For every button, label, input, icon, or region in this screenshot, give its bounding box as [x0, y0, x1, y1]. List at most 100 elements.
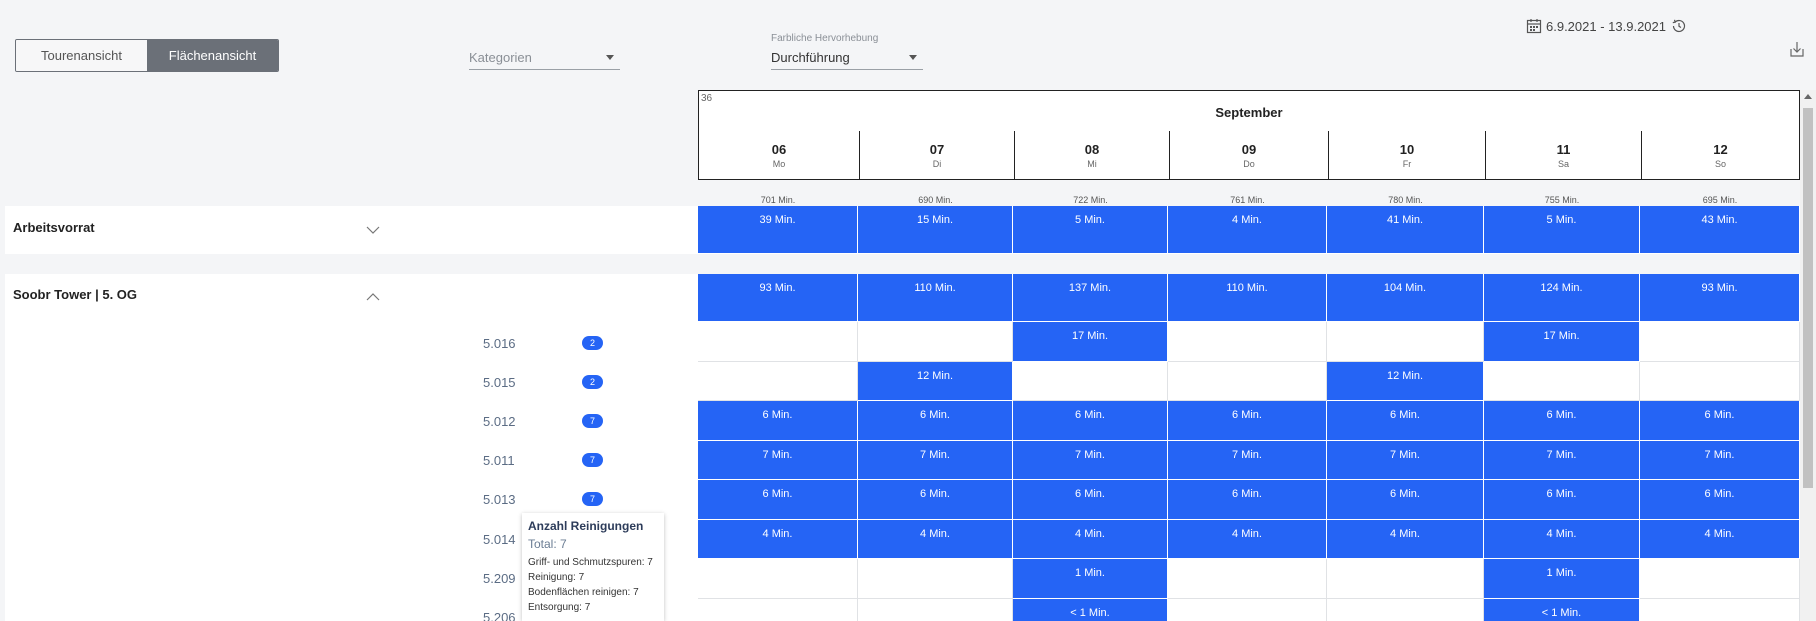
room-cell[interactable]: 6 Min. [858, 401, 1013, 441]
room-cell[interactable]: 7 Min. [1327, 440, 1484, 480]
group-arbeitsvorrat-cell[interactable]: 5 Min. [1013, 206, 1168, 254]
download-icon[interactable] [1789, 40, 1805, 58]
day-total: 701 Min. [760, 195, 796, 205]
calendar-icon[interactable] [1526, 18, 1542, 34]
group-soobr-tower-cell[interactable]: 110 Min. [1168, 274, 1327, 322]
room-cell[interactable] [1327, 559, 1484, 599]
room-cell[interactable]: 1 Min. [1484, 559, 1640, 599]
group-soobr-tower-cell[interactable]: 93 Min. [1640, 274, 1800, 322]
room-cell[interactable]: 7 Min. [1168, 440, 1327, 480]
room-cell[interactable]: 6 Min. [1168, 480, 1327, 520]
cell-duration: 4 Min. [1704, 527, 1735, 540]
scroll-up-icon[interactable] [1804, 94, 1812, 99]
room-cell[interactable]: 4 Min. [1013, 519, 1168, 559]
room-cell[interactable] [1168, 598, 1327, 621]
group-soobr-tower-cell[interactable]: 137 Min. [1013, 274, 1168, 322]
chevron-up-icon[interactable] [366, 290, 380, 304]
week-number: 36 [701, 93, 713, 104]
room-cell[interactable] [1013, 361, 1168, 401]
room-cell[interactable] [858, 598, 1013, 621]
room-cell[interactable]: 4 Min. [858, 519, 1013, 559]
chevron-down-icon [606, 55, 614, 60]
group-soobr-tower-cell[interactable]: 104 Min. [1327, 274, 1484, 322]
room-cell[interactable]: 4 Min. [1168, 519, 1327, 559]
room-cell[interactable] [1640, 361, 1800, 401]
room-cell[interactable]: 7 Min. [1484, 440, 1640, 480]
room-cell[interactable]: 6 Min. [1327, 401, 1484, 441]
room-cell[interactable]: 4 Min. [1640, 519, 1800, 559]
room-cell[interactable]: 7 Min. [1013, 440, 1168, 480]
count-badge[interactable]: 2 [582, 336, 603, 350]
date-range-text[interactable]: 6.9.2021 - 13.9.2021 [1546, 19, 1666, 34]
room-cell[interactable]: 7 Min. [1640, 440, 1800, 480]
room-cell[interactable] [698, 361, 858, 401]
room-cell[interactable]: 1 Min. [1013, 559, 1168, 599]
room-cell[interactable]: 6 Min. [1484, 480, 1640, 520]
room-cell[interactable] [1484, 361, 1640, 401]
room-cell[interactable] [1168, 322, 1327, 362]
group-arbeitsvorrat-cell[interactable]: 4 Min. [1168, 206, 1327, 254]
cell-duration: 4 Min. [1390, 527, 1420, 540]
room-cell[interactable] [858, 322, 1013, 362]
room-cell[interactable]: < 1 Min. [1484, 598, 1640, 621]
group-soobr-tower-cell[interactable]: 93 Min. [698, 274, 858, 322]
room-cell[interactable] [1168, 559, 1327, 599]
room-cell[interactable] [1327, 598, 1484, 621]
vertical-scrollbar[interactable] [1800, 90, 1816, 621]
room-cell[interactable] [1327, 322, 1484, 362]
kategorien-select[interactable]: Kategorien [469, 40, 620, 70]
day-total: 722 Min. [1073, 195, 1108, 205]
room-cell[interactable]: 12 Min. [1327, 361, 1484, 401]
room-cell[interactable] [698, 559, 858, 599]
tab-flaechenansicht[interactable]: Flächenansicht [147, 40, 278, 71]
room-cell[interactable]: 4 Min. [1484, 519, 1640, 559]
chevron-down-icon [909, 55, 917, 60]
room-cell[interactable]: 6 Min. [698, 401, 858, 441]
group-soobr-tower-cell[interactable]: 110 Min. [858, 274, 1013, 322]
room-cell[interactable] [698, 322, 858, 362]
room-cell[interactable]: 7 Min. [698, 440, 858, 480]
history-icon[interactable] [1670, 17, 1688, 35]
tab-tourenansicht[interactable]: Tourenansicht [16, 40, 147, 71]
room-cell[interactable]: 6 Min. [1327, 480, 1484, 520]
room-cell[interactable] [1640, 559, 1800, 599]
room-cell[interactable] [1168, 361, 1327, 401]
room-cell[interactable]: 6 Min. [1484, 401, 1640, 441]
count-badge[interactable]: 7 [582, 453, 603, 467]
room-cell[interactable]: 6 Min. [1168, 401, 1327, 441]
room-cell[interactable]: < 1 Min. [1013, 598, 1168, 621]
room-cell[interactable]: 6 Min. [1013, 480, 1168, 520]
room-cell[interactable]: 6 Min. [1013, 401, 1168, 441]
room-cell[interactable]: 6 Min. [698, 480, 858, 520]
room-cell[interactable]: 6 Min. [1640, 401, 1800, 441]
room-cell[interactable] [1640, 598, 1800, 621]
count-badge[interactable]: 2 [582, 375, 603, 389]
count-badge[interactable]: 7 [582, 492, 603, 506]
count-badge[interactable]: 7 [582, 414, 603, 428]
room-cell[interactable]: 6 Min. [1640, 480, 1800, 520]
room-cell[interactable]: 17 Min. [1013, 322, 1168, 362]
scrollbar-thumb[interactable] [1803, 108, 1813, 488]
group-arbeitsvorrat-cell[interactable]: 39 Min. [698, 206, 858, 254]
room-label: 5.014 [483, 532, 516, 547]
room-label: 5.012 [483, 414, 516, 429]
room-cell[interactable]: 4 Min. [1327, 519, 1484, 559]
cell-duration: 1 Min. [1546, 567, 1577, 579]
room-cell[interactable] [698, 598, 858, 621]
room-cell[interactable]: 6 Min. [858, 480, 1013, 520]
group-arbeitsvorrat-cell[interactable]: 41 Min. [1327, 206, 1484, 254]
room-cell[interactable]: 7 Min. [858, 440, 1013, 480]
group-arbeitsvorrat-cell[interactable]: 15 Min. [858, 206, 1013, 254]
room-cell[interactable]: 12 Min. [858, 361, 1013, 401]
room-cell[interactable]: 4 Min. [698, 519, 858, 559]
group-arbeitsvorrat-cell[interactable]: 5 Min. [1484, 206, 1640, 254]
chevron-down-icon[interactable] [366, 223, 380, 237]
group-soobr-tower-cell[interactable]: 124 Min. [1484, 274, 1640, 322]
group-arbeitsvorrat-cell[interactable]: 43 Min. [1640, 206, 1800, 254]
day-header: 08 Mi [1014, 131, 1169, 180]
room-cell[interactable] [858, 559, 1013, 599]
room-cell[interactable] [1640, 322, 1800, 362]
highlight-select[interactable]: Farbliche Hervorhebung Durchführung [771, 33, 923, 70]
room-cell[interactable]: 17 Min. [1484, 322, 1640, 362]
tooltip-line: Griff- und Schmutzspuren: 7 [528, 557, 653, 568]
